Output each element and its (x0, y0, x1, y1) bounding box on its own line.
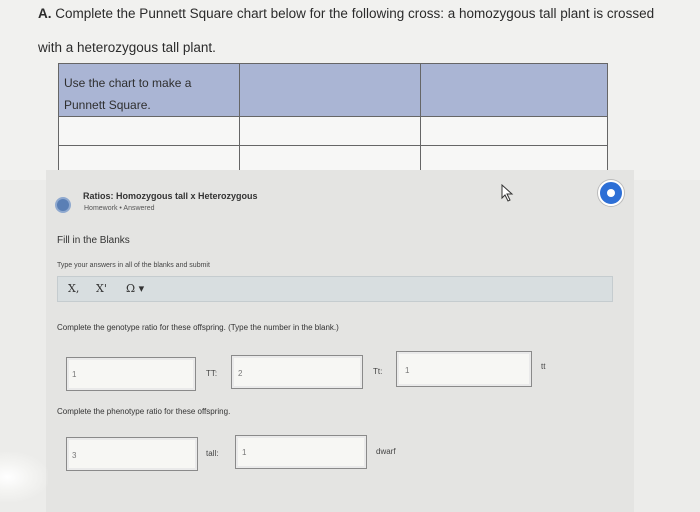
instructions-text: Type your answers in all of the blanks a… (57, 262, 210, 269)
punnett-instruction-line1: Use the chart to make a (64, 76, 192, 90)
mouse-cursor-icon (501, 184, 514, 202)
punnett-header-cell-1[interactable] (239, 63, 421, 117)
question-text-1: Complete the Punnett Square chart below … (55, 6, 655, 21)
homework-icon (55, 197, 71, 213)
punnett-header-cell-2[interactable] (420, 63, 608, 117)
question-area: A. Complete the Punnett Square chart bel… (0, 0, 700, 180)
homework-type: Homework (84, 205, 118, 212)
punnett-square-table: Use the chart to make a Punnett Square. (58, 63, 608, 175)
punnett-cell-r1c2[interactable] (420, 116, 608, 146)
phenotype-prompt: Complete the phenotype ratio for these o… (57, 407, 231, 416)
question-label: A. (38, 6, 52, 21)
format-toolbar: X, X' Ω ▾ (57, 276, 613, 302)
status-indicator-icon[interactable] (598, 180, 624, 206)
phenotype-blank-1[interactable]: 3 (66, 437, 198, 471)
genotype-blank-1-value: 1 (72, 370, 77, 379)
phenotype-blank-2[interactable]: 1 (235, 435, 367, 469)
punnett-cell-r1c0[interactable] (58, 116, 240, 146)
homework-meta: Homework • Answered (84, 205, 155, 212)
genotype-blank-3[interactable]: 1 (396, 351, 532, 387)
fill-blanks-title: Fill in the Blanks (57, 235, 130, 246)
genotype-label-TT: TT: (206, 369, 218, 378)
genotype-blank-2-value: 2 (238, 369, 243, 378)
genotype-prompt: Complete the genotype ratio for these of… (57, 323, 339, 332)
homework-status: Answered (123, 205, 155, 212)
superscript-button[interactable]: X' (96, 282, 107, 295)
punnett-corner-cell[interactable]: Use the chart to make a Punnett Square. (58, 63, 240, 117)
genotype-blank-3-value: 1 (405, 366, 410, 375)
phenotype-blank-2-value: 1 (242, 448, 247, 457)
punnett-row-1 (58, 116, 608, 146)
punnett-instruction: Use the chart to make a Punnett Square. (59, 64, 239, 116)
symbols-dropdown-button[interactable]: Ω ▾ (126, 282, 144, 295)
punnett-header-row: Use the chart to make a Punnett Square. (58, 63, 608, 117)
genotype-label-Tt: Tt: (373, 367, 383, 376)
genotype-label-tt: tt (541, 362, 546, 371)
question-line-2: with a heterozygous tall plant. (38, 40, 216, 55)
question-line-1: A. Complete the Punnett Square chart bel… (38, 6, 654, 21)
phenotype-blank-1-value: 3 (72, 451, 77, 460)
punnett-cell-r1c1[interactable] (239, 116, 421, 146)
punnett-instruction-line2: Punnett Square. (64, 98, 151, 112)
photo-glare (0, 452, 48, 502)
phenotype-label-tall: tall: (206, 449, 219, 458)
genotype-blank-1[interactable]: 1 (66, 357, 196, 391)
subscript-button[interactable]: X, (68, 282, 79, 295)
genotype-blank-2[interactable]: 2 (231, 355, 363, 389)
phenotype-label-dwarf: dwarf (376, 447, 396, 456)
homework-title: Ratios: Homozygous tall x Heterozygous (83, 191, 258, 201)
